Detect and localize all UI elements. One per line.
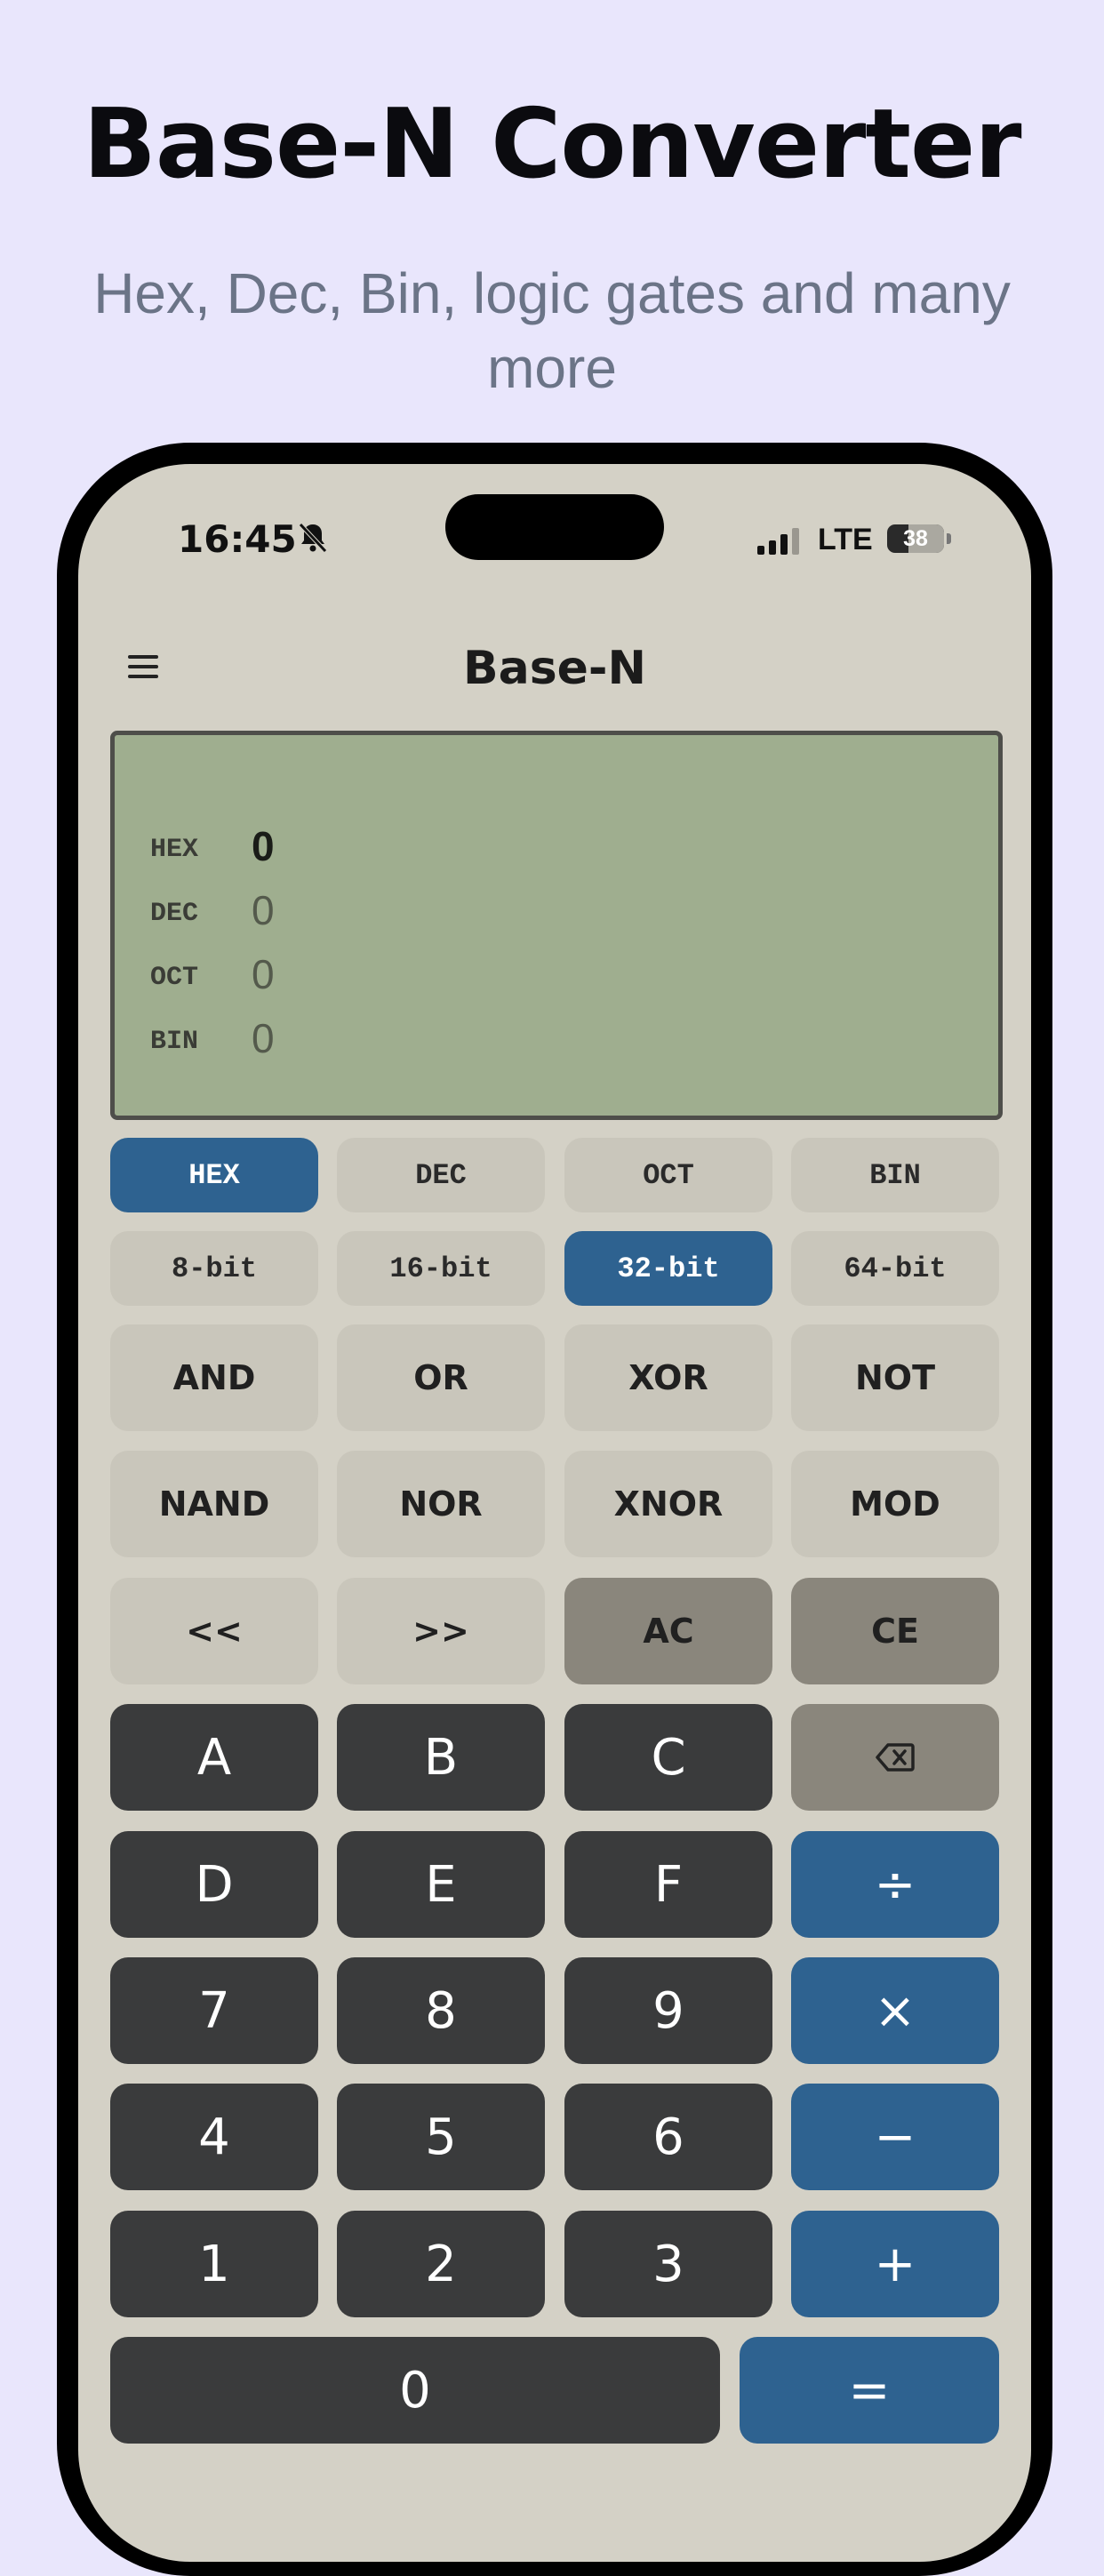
key-f[interactable]: F [564,1831,772,1938]
clear-entry-button[interactable]: CE [791,1578,999,1684]
equals-button[interactable]: = [740,2337,999,2444]
key-4[interactable]: 4 [110,2084,318,2190]
xor-button[interactable]: XOR [564,1324,772,1431]
nand-button[interactable]: NAND [110,1451,318,1557]
signal-icon [757,528,799,555]
divide-button[interactable]: ÷ [791,1831,999,1938]
bit-64-button[interactable]: 64-bit [791,1231,999,1306]
key-c[interactable]: C [564,1704,772,1811]
key-7[interactable]: 7 [110,1957,318,2064]
key-e[interactable]: E [337,1831,545,1938]
key-8[interactable]: 8 [337,1957,545,2064]
display-value: 0 [252,823,275,869]
network-label: LTE [818,523,873,556]
base-bin-button[interactable]: BIN [791,1138,999,1212]
key-b[interactable]: B [337,1704,545,1811]
not-button[interactable]: NOT [791,1324,999,1431]
base-dec-button[interactable]: DEC [337,1138,545,1212]
and-button[interactable]: AND [110,1324,318,1431]
battery-level: 38 [903,526,928,551]
base-hex-button[interactable]: HEX [110,1138,318,1212]
shift-left-button[interactable]: << [110,1578,318,1684]
key-5[interactable]: 5 [337,2084,545,2190]
xnor-button[interactable]: XNOR [564,1451,772,1557]
battery-icon: 38 [887,524,944,553]
status-time: 16:45 [178,517,297,561]
display-label: OCT [150,963,199,993]
display-label: HEX [150,835,199,865]
bit-8-button[interactable]: 8-bit [110,1231,318,1306]
nor-button[interactable]: NOR [337,1451,545,1557]
battery-tip [947,533,951,544]
subtract-button[interactable]: − [791,2084,999,2190]
shift-right-button[interactable]: >> [337,1578,545,1684]
key-1[interactable]: 1 [110,2211,318,2317]
backspace-icon [876,1743,915,1772]
key-d[interactable]: D [110,1831,318,1938]
key-9[interactable]: 9 [564,1957,772,2064]
multiply-button[interactable]: × [791,1957,999,2064]
conversion-display: HEX 0 DEC 0 OCT 0 BIN 0 [110,731,1003,1120]
key-a[interactable]: A [110,1704,318,1811]
key-2[interactable]: 2 [337,2211,545,2317]
key-6[interactable]: 6 [564,2084,772,2190]
display-value: 0 [252,887,275,933]
display-value: 0 [252,951,275,997]
bit-32-button[interactable]: 32-bit [564,1231,772,1306]
app-title: Base-N [462,642,647,695]
mod-button[interactable]: MOD [791,1451,999,1557]
promo-subtitle: Hex, Dec, Bin, logic gates and many more [93,261,1011,400]
key-3[interactable]: 3 [564,2211,772,2317]
all-clear-button[interactable]: AC [564,1578,772,1684]
display-label: BIN [150,1027,199,1057]
or-button[interactable]: OR [337,1324,545,1431]
add-button[interactable]: + [791,2211,999,2317]
promo-title: Base-N Converter [83,89,1022,200]
dynamic-island [445,494,664,560]
backspace-button[interactable] [791,1704,999,1811]
base-oct-button[interactable]: OCT [564,1138,772,1212]
bit-16-button[interactable]: 16-bit [337,1231,545,1306]
display-label: DEC [150,899,199,929]
phone-screen: 16:45 LTE 38 Base-N HEX 0 DEC 0 OCT 0 BI… [78,464,1031,2562]
key-0[interactable]: 0 [110,2337,720,2444]
bell-slash-icon [299,523,327,553]
display-value: 0 [252,1015,275,1061]
